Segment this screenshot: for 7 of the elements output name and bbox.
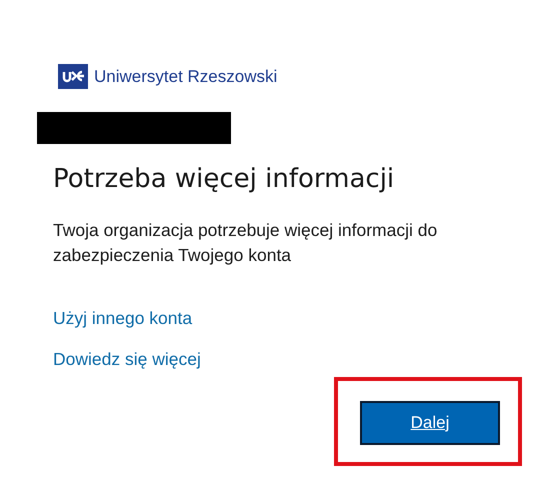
text-link[interactable]: Dowiedz się więcej <box>53 349 201 370</box>
page-heading: Potrzeba więcej informacji <box>53 164 396 194</box>
description-text: Twoja organizacja potrzebuje więcej informacji do zabezpieczenia Twojego konta <box>53 219 438 267</box>
university-name: Uniwersytet Rzeszowski <box>94 66 278 86</box>
next-button[interactable]: Dalej <box>360 400 500 444</box>
text-link[interactable]: Użyj innego konta <box>53 308 192 329</box>
logo-icon <box>58 64 88 89</box>
